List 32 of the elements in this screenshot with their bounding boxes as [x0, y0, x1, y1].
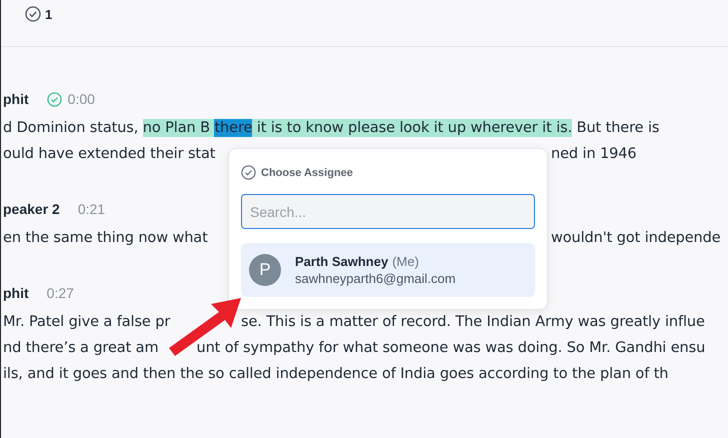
check-circle-icon: [25, 6, 41, 22]
assignee-email: sawhneyparth6@gmail.com: [295, 271, 456, 286]
transcript-text: Mr. Patel give a false pr: [3, 313, 170, 331]
speaker-name: phit: [3, 285, 29, 301]
transcript-text: ils, and it goes and then the so called independence of India goes according to the plan of th: [3, 365, 668, 383]
transcript-text: se. This is a matter of record. The Indian Army was greatly influe: [241, 313, 705, 331]
speaker-name: peaker 2: [3, 201, 60, 217]
assignee-option[interactable]: P Parth Sawhney (Me) sawhneyparth6@gmail.com: [241, 243, 535, 297]
popup-title: Choose Assignee: [261, 166, 353, 178]
transcript-text: d Dominion status,: [3, 119, 140, 137]
search-field[interactable]: Search...: [241, 194, 535, 229]
timestamp[interactable]: 0:21: [78, 201, 106, 217]
transcript-text: nd there’s a great am: [3, 339, 158, 357]
transcript-text: ned in 1946: [551, 145, 637, 163]
transcript-text: wouldn't got independe: [551, 229, 721, 247]
pointer-arrow: [169, 298, 241, 356]
assignee-tag: (Me): [392, 254, 419, 269]
highlighted-text: no Plan B: [142, 119, 214, 137]
speaker-name: phit: [3, 91, 29, 107]
check-circle-icon: [241, 165, 256, 180]
timestamp[interactable]: 0:27: [46, 285, 74, 301]
verified-icon: [46, 92, 62, 106]
avatar: P: [249, 254, 281, 286]
transcript-text: unt of sympathy for what someone was was doing. So Mr. Gandhi ensu: [196, 339, 706, 357]
selected-text: there: [214, 119, 252, 137]
transcript-text: But there is: [576, 119, 660, 137]
resolved-count: 1: [45, 6, 52, 24]
timestamp[interactable]: 0:00: [68, 91, 95, 107]
highlighted-text: it is to know please look it up wherever it is.: [252, 119, 572, 137]
assignee-name: Parth Sawhney: [295, 254, 388, 269]
transcript-text: ould have extended their stat: [3, 145, 216, 163]
transcript-text: en the same thing now what: [3, 229, 208, 247]
